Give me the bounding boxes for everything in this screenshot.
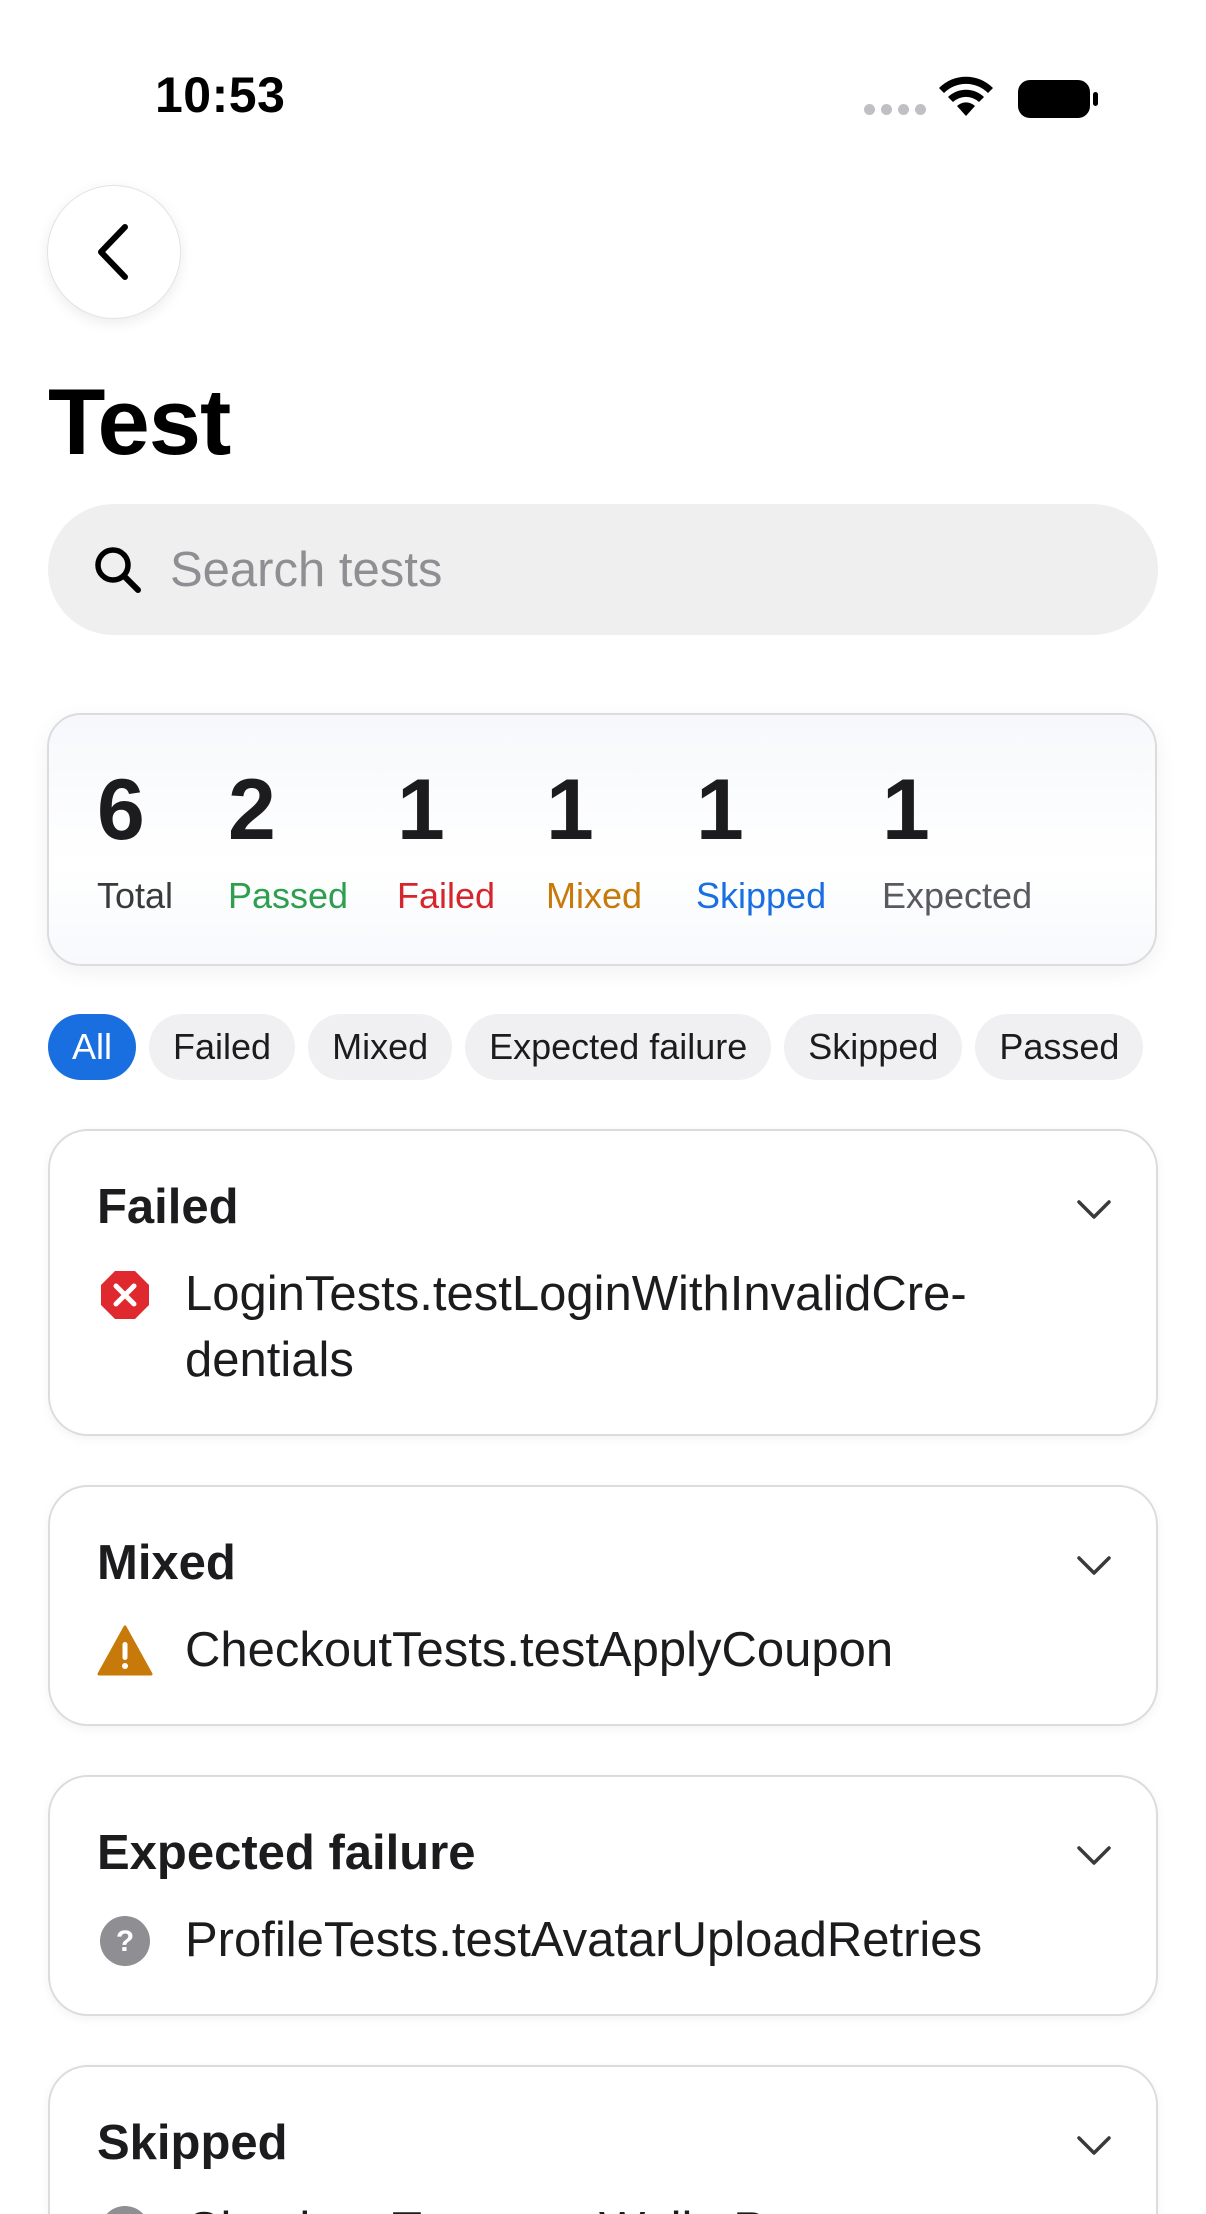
section-title: Skipped [97,2116,288,2170]
stat-passed-count: 2 [228,762,276,858]
test-name: CheckoutTests.testWalletPayment [185,2197,1045,2214]
x-circle-icon [101,1271,149,1319]
section-failed[interactable]: Failed LoginTests.testLoginWithInvalidCr… [48,1129,1158,1436]
stat-total-count: 6 [97,762,145,858]
battery-icon [1018,80,1098,118]
stat-expected-count: 1 [882,762,930,858]
test-name: ProfileTests.testAvatarUploadRetries [185,1913,983,1967]
filter-chip-failed[interactable]: Failed [149,1014,296,1080]
test-name: LoginTests.testLoginWithInvalidCre- dent… [185,1267,967,1387]
stat-mixed: 1 Mixed [546,767,642,917]
chevron-down-icon[interactable] [1076,2135,1112,2157]
stat-failed-label: Failed [397,875,496,916]
stat-total: 6 Total [97,767,173,917]
warning-triangle-icon [97,1625,153,1676]
filter-chip-all[interactable]: All [48,1014,137,1080]
section-title: Mixed [97,1536,236,1590]
question-circle-icon: ? [100,1916,150,1966]
test-results-screen: 10:53 Test 6 Total 2 Passed [0,0,1206,2214]
section-expected-failure[interactable]: Expected failure ? ProfileTests.testAvat… [48,1775,1158,2016]
wifi-icon [939,76,993,116]
stat-mixed-count: 1 [546,762,594,858]
page-title: Test [48,369,231,474]
test-row[interactable]: LoginTests.testLoginWithInvalidCre- dent… [97,1261,1045,1393]
test-name: CheckoutTests.testApplyCoupon [185,1623,894,1677]
section-skipped[interactable]: Skipped CheckoutTests.testWalletPayment [48,2065,1158,2214]
filter-chip-mixed[interactable]: Mixed [308,1014,453,1080]
filter-chip-passed[interactable]: Passed [975,1014,1144,1080]
stat-skipped-label: Skipped [696,875,827,916]
chevron-left-icon [98,224,128,280]
chevron-down-icon[interactable] [1076,1845,1112,1867]
section-mixed[interactable]: Mixed CheckoutTests.testApplyCoupon [48,1485,1158,1726]
stat-passed-label: Passed [228,875,349,916]
search-icon [95,546,141,593]
test-row[interactable]: ? ProfileTests.testAvatarUploadRetries [97,1907,1045,1973]
section-title: Failed [97,1180,239,1234]
section-title: Expected failure [97,1826,476,1880]
status-time: 10:53 [155,67,286,123]
svg-text:?: ? [116,1925,134,1958]
test-row[interactable]: CheckoutTests.testApplyCoupon [97,1617,1045,1683]
search-bar[interactable] [48,504,1158,635]
stat-failed: 1 Failed [397,767,495,917]
filter-chip-skipped[interactable]: Skipped [784,1014,963,1080]
stat-mixed-label: Mixed [546,875,643,916]
back-button[interactable] [47,185,181,319]
stat-passed: 2 Passed [228,767,348,917]
filter-chips: All Failed Mixed Expected failure Skippe… [48,1014,1158,1080]
stat-expected: 1 Expected [882,767,1032,917]
skip-circle-icon [106,2206,144,2214]
stat-expected-label: Expected [882,875,1033,916]
search-input[interactable] [168,540,1072,599]
cellular-signal-icon [864,104,926,115]
stat-failed-count: 1 [397,762,445,858]
filter-chip-expected-failure[interactable]: Expected failure [465,1014,772,1080]
summary-card: 6 Total 2 Passed 1 Failed 1 Mixed 1 Skip… [47,713,1157,966]
stat-skipped-count: 1 [696,762,744,858]
stat-skipped: 1 Skipped [696,767,826,917]
test-row[interactable]: CheckoutTests.testWalletPayment [97,2197,1045,2214]
stat-total-label: Total [97,875,174,916]
chevron-down-icon[interactable] [1076,1199,1112,1221]
chevron-down-icon[interactable] [1076,1555,1112,1577]
